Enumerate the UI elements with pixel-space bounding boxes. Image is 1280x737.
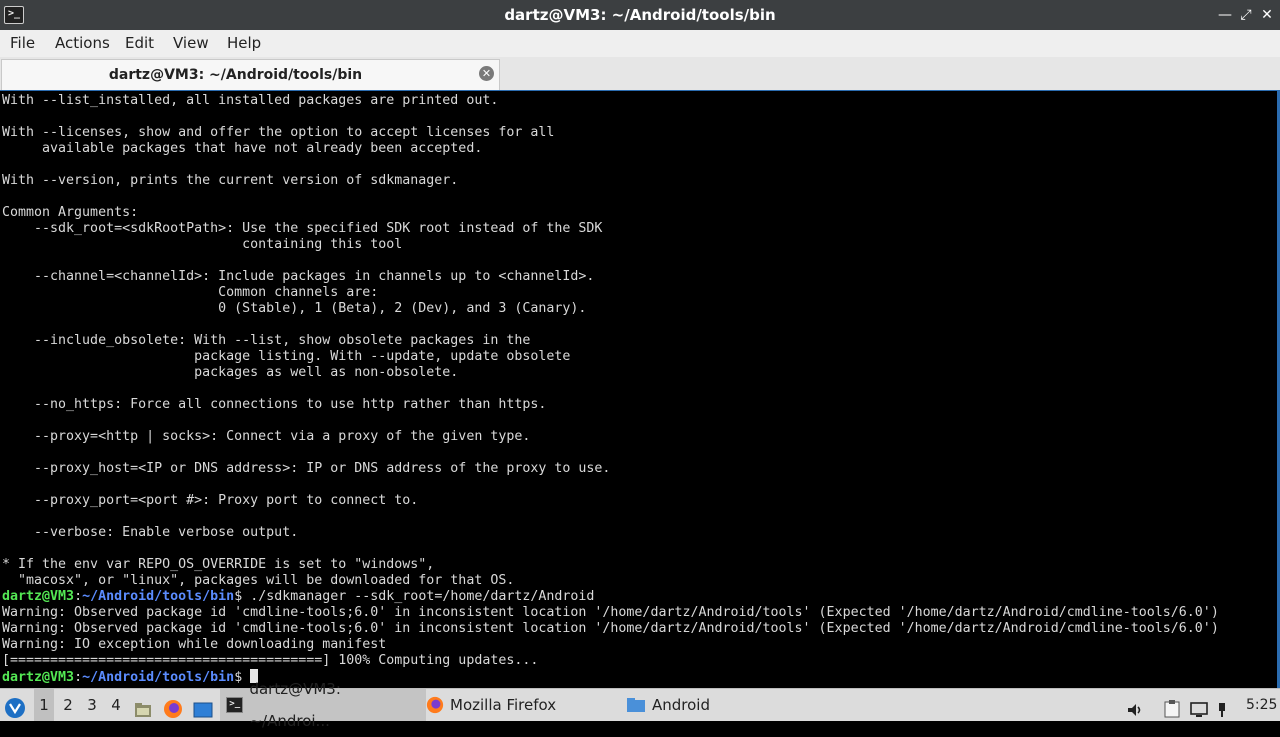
taskbar-task-label: Mozilla Firefox bbox=[450, 696, 557, 714]
tab-label: dartz@VM3: ~/Android/tools/bin bbox=[108, 67, 363, 83]
taskbar-task-label: Android bbox=[652, 696, 710, 714]
firefox-icon bbox=[426, 696, 444, 714]
minimize-icon[interactable]: — bbox=[1214, 0, 1236, 30]
taskbar: 1 2 3 4 >_ dartz@VM3: ~/Androi... Mozill… bbox=[0, 680, 1280, 730]
window-title: dartz@VM3: ~/Android/tools/bin bbox=[504, 6, 776, 24]
command-text: ./sdkmanager --sdk_root=/home/dartz/Andr… bbox=[250, 589, 595, 604]
menu-view[interactable]: View bbox=[173, 30, 209, 56]
workspace-2[interactable]: 2 bbox=[58, 689, 78, 721]
menubar: File Actions Edit View Help bbox=[0, 30, 1280, 57]
prompt-separator: : bbox=[74, 589, 83, 604]
taskbar-task-android[interactable]: Android bbox=[620, 689, 762, 721]
menu-actions[interactable]: Actions bbox=[55, 30, 110, 56]
tab-close-icon[interactable]: ✕ bbox=[479, 66, 494, 81]
window-titlebar: >_ dartz@VM3: ~/Android/tools/bin — ⤢ ✕ bbox=[0, 0, 1280, 30]
prompt-path: ~/Android/tools/bin bbox=[82, 589, 235, 604]
taskbar-task-label: dartz@VM3: ~/Androi... bbox=[249, 680, 341, 730]
folder-icon bbox=[627, 698, 645, 712]
help-output: With --list_installed, all installed pac… bbox=[2, 93, 611, 588]
taskbar-task-terminal[interactable]: >_ dartz@VM3: ~/Androi... bbox=[220, 680, 426, 730]
tab-terminal[interactable]: dartz@VM3: ~/Android/tools/bin ✕ bbox=[1, 59, 500, 90]
volume-icon[interactable] bbox=[1126, 689, 1146, 721]
menu-edit[interactable]: Edit bbox=[125, 30, 154, 56]
firefox-launcher-icon[interactable] bbox=[163, 689, 185, 721]
workspace-1[interactable]: 1 bbox=[34, 689, 54, 721]
prompt-separator-current: : bbox=[74, 670, 83, 685]
prompt-user-current: dartz@VM3 bbox=[2, 670, 75, 685]
prompt-user: dartz@VM3 bbox=[2, 589, 75, 604]
desktop-icon[interactable] bbox=[193, 689, 215, 721]
tab-bar: dartz@VM3: ~/Android/tools/bin ✕ bbox=[0, 57, 1280, 90]
clock[interactable]: 5:25 bbox=[1246, 689, 1277, 721]
start-menu-icon[interactable] bbox=[4, 689, 30, 721]
monitor-icon[interactable] bbox=[1190, 689, 1212, 721]
workspace-4[interactable]: 4 bbox=[106, 689, 126, 721]
clipboard-icon[interactable] bbox=[1164, 689, 1184, 721]
menu-help[interactable]: Help bbox=[227, 30, 261, 56]
menu-file[interactable]: File bbox=[10, 30, 35, 56]
prompt-symbol: $ bbox=[234, 589, 251, 604]
terminal-output: With --list_installed, all installed pac… bbox=[2, 93, 1219, 686]
network-icon[interactable] bbox=[1216, 689, 1232, 721]
maximize-icon[interactable]: ⤢ bbox=[1235, 0, 1257, 30]
command-output: Warning: Observed package id 'cmdline-to… bbox=[2, 605, 1219, 668]
prompt-path-current: ~/Android/tools/bin bbox=[82, 670, 235, 685]
close-icon[interactable]: ✕ bbox=[1256, 0, 1278, 30]
file-manager-launcher-icon[interactable] bbox=[134, 689, 154, 721]
taskbar-task-firefox[interactable]: Mozilla Firefox bbox=[420, 689, 602, 721]
terminal-task-icon: >_ bbox=[226, 697, 244, 713]
workspace-3[interactable]: 3 bbox=[82, 689, 102, 721]
prompt-symbol-current: $ bbox=[234, 670, 251, 685]
terminal-view[interactable]: With --list_installed, all installed pac… bbox=[0, 90, 1280, 688]
